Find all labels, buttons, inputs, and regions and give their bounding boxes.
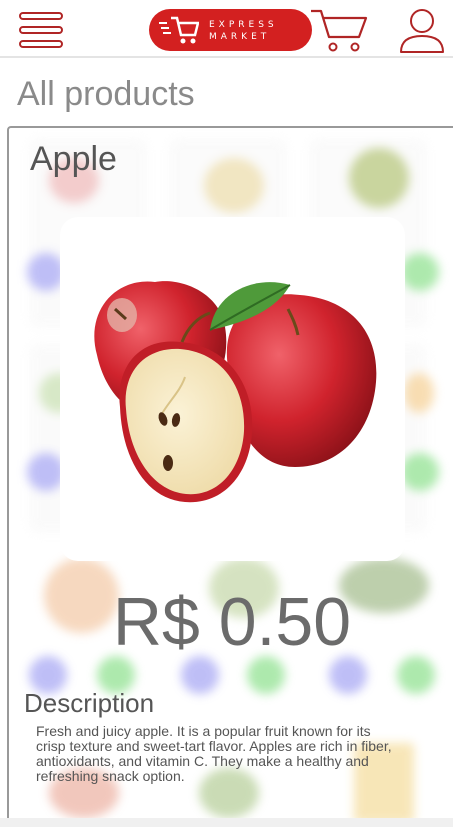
- menu-icon[interactable]: [19, 11, 63, 49]
- product-name: Apple: [30, 140, 117, 178]
- description-title: Description: [24, 688, 155, 718]
- description-text: Fresh and juicy apple. It is a popular f…: [36, 723, 392, 784]
- logo-text-express: EXPRESS: [209, 20, 278, 30]
- product-image: [60, 217, 405, 561]
- bottom-strip: [0, 818, 453, 827]
- cart-icon[interactable]: [309, 7, 369, 53]
- product-price: R$ 0.50: [112, 584, 352, 660]
- top-bar: EXPRESS MARKET: [0, 0, 453, 58]
- logo-cart-icon: [159, 16, 199, 44]
- logo-text-market: MARKET: [209, 32, 271, 42]
- page-title: All products: [17, 75, 195, 113]
- product-detail-panel: Apple R$ 0.50 Description Fresh and juic…: [7, 126, 453, 827]
- apple-image: [94, 281, 377, 503]
- logo[interactable]: EXPRESS MARKET: [149, 9, 312, 51]
- user-icon[interactable]: [398, 6, 446, 54]
